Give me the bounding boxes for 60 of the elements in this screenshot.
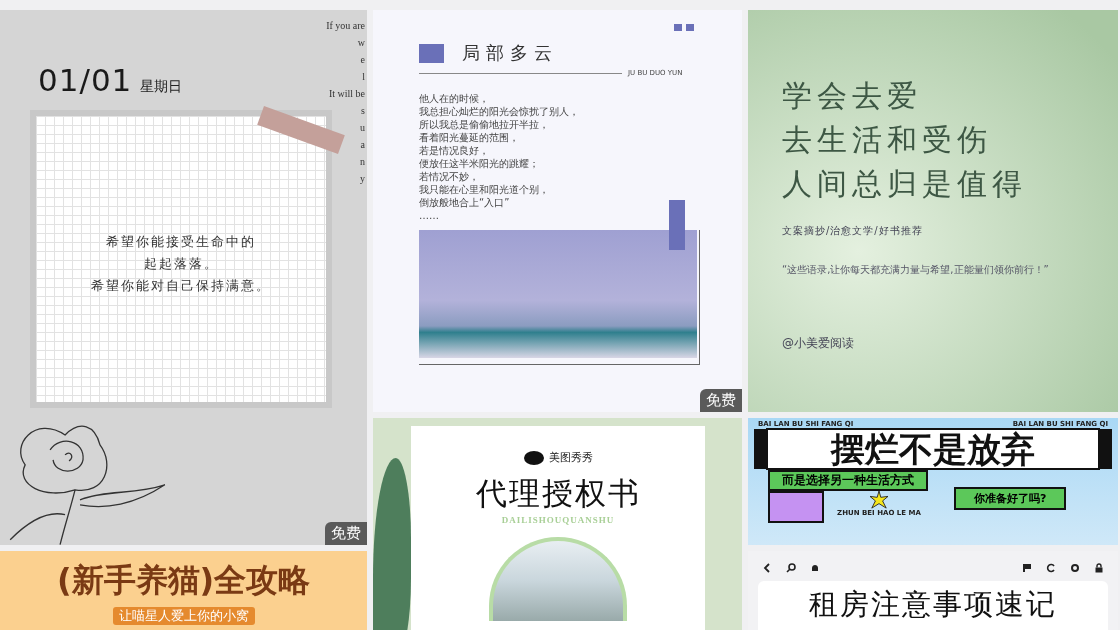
side-text: If you are [326, 20, 365, 31]
flag-icon[interactable] [1022, 563, 1032, 573]
star-icon [870, 491, 888, 509]
pinyin-text: DAILISHOUQUANSHU [501, 515, 615, 525]
quote-text: “这些语录,让你每天都充满力量与希望,正能量们领你前行！” [782, 263, 1050, 277]
tag-text: 文案摘抄/治愈文学/好书推荐 [782, 224, 924, 238]
poem-line: 倒放般地合上“入口” [419, 197, 511, 209]
free-badge: 免费 [700, 389, 742, 412]
side-text: w [357, 37, 365, 48]
template-card[interactable]: 美图秀秀 代理授权书 DAILISHOUQUANSHU [373, 418, 742, 630]
side-text: u [360, 122, 365, 133]
free-badge: 免费 [325, 522, 367, 545]
side-text: It will be [328, 88, 365, 99]
refresh-icon[interactable] [1046, 563, 1056, 573]
accent-bar [669, 200, 685, 250]
quote-heading: 去生活和受伤 [782, 121, 993, 159]
quote-line: 希望你能对自己保持满意。 [91, 277, 271, 296]
side-text: s [361, 105, 365, 116]
logo-icon [523, 450, 544, 465]
quote-line: 希望你能接受生命中的 [106, 233, 256, 252]
poem-line: 我只能在心里和阳光道个别， [419, 184, 550, 196]
poster-title: 摆烂不是放弃 [766, 428, 1100, 470]
template-card[interactable]: (新手养猫)全攻略 让喵星人爱上你的小窝 [0, 551, 367, 630]
poem-line: 所以我总是偷偷地拉开半拉， [419, 119, 550, 131]
template-card[interactable]: 学会去爱 去生活和受伤 人间总归是值得 文案摘抄/治愈文学/好书推荐 “这些语录,让你每天都充满力量与希望,正能量们领你前行！” @小美爱阅读 [748, 10, 1118, 412]
plug-icon [754, 429, 766, 469]
weekday-text: 星期日 [140, 78, 183, 96]
handle-text: @小美爱阅读 [782, 335, 855, 352]
article-title: 局部多云 [462, 41, 558, 65]
poem-line: …… [419, 210, 440, 222]
back-icon[interactable] [762, 563, 772, 573]
brand-name: 美图秀秀 [548, 450, 593, 465]
poem-line: 若是情况良好， [419, 145, 490, 157]
date-text: 01/01 [38, 62, 133, 98]
certificate-title: 代理授权书 [475, 474, 641, 513]
quote-heading: 人间总归是值得 [782, 165, 1028, 203]
side-text: a [360, 139, 365, 150]
banner-title: (新手养猫)全攻略 [56, 560, 311, 601]
square-mark [419, 43, 444, 63]
poem-line: 他人在的时候， [419, 93, 490, 105]
poster-subtitle: 而是选择另一种生活方式 [768, 470, 928, 491]
poem-line: 我总担心灿烂的阳光会惊扰了别人， [419, 106, 580, 118]
lock-icon[interactable] [1094, 563, 1104, 573]
banner-subtitle: 让喵星人爱上你的小窝 [112, 607, 255, 625]
side-text: e [360, 54, 365, 65]
search-icon[interactable] [786, 563, 796, 573]
side-text: y [360, 173, 365, 184]
poem-line: 看着阳光蔓延的范围， [419, 132, 520, 144]
template-card[interactable]: 01/01 星期日 If you are w e l It will be s u a n y 希望你能接受生命中的 起起落落。 希望你能对自己保持满意。 免费 [0, 10, 367, 545]
quote-line: 起起落落。 [143, 255, 219, 274]
square-dots-icon [674, 24, 694, 31]
poem-line: 若情况不妙， [419, 171, 480, 183]
arrow-label: 你准备好了吗? [954, 487, 1067, 510]
plug-icon [1100, 429, 1112, 469]
poem-line: 便放任这半米阳光的跳耀； [419, 158, 540, 170]
side-text: n [360, 156, 365, 167]
note-title: 租房注意事项速记 [809, 586, 1057, 623]
socket-drawing [768, 491, 824, 523]
quote-heading: 学会去爱 [782, 77, 923, 115]
side-text: l [362, 71, 365, 82]
